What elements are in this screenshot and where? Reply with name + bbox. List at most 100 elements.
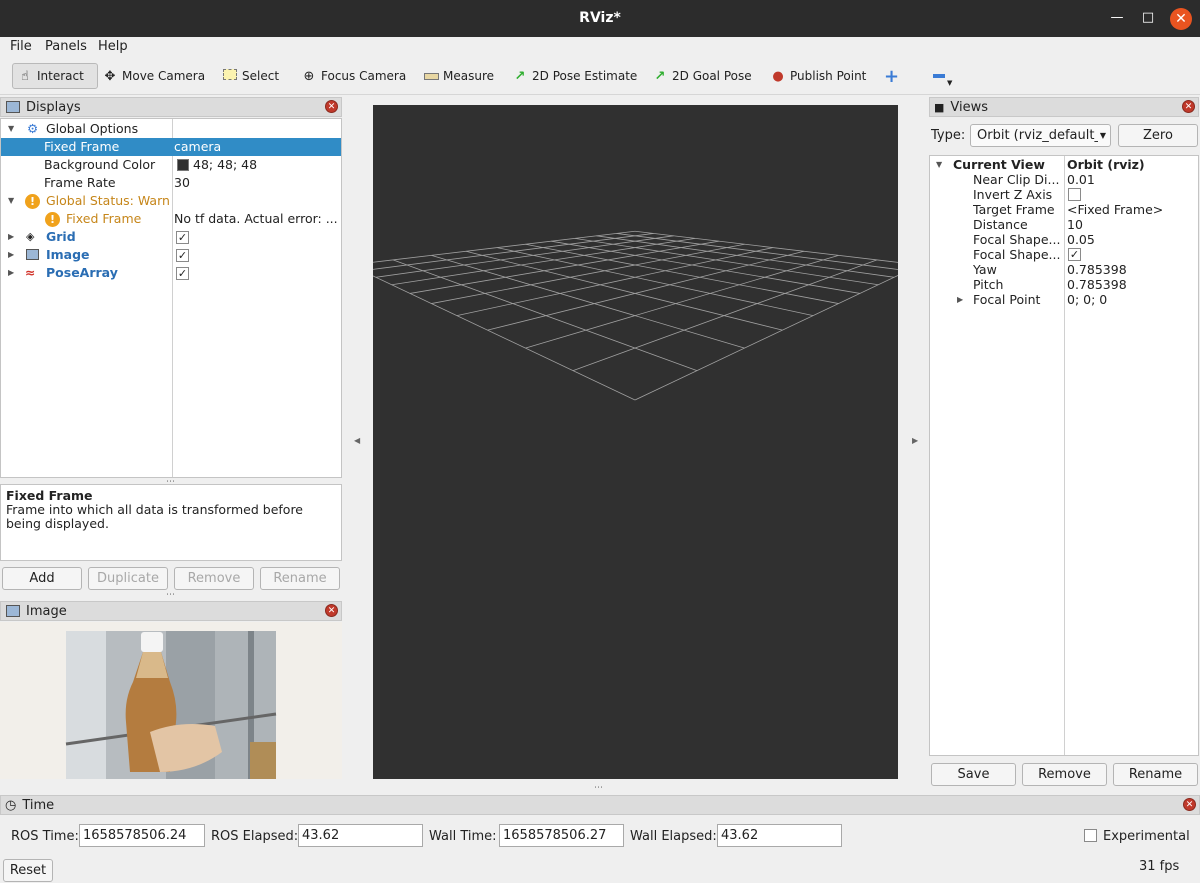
view-row-invert-z[interactable]: Invert Z Axis: [930, 187, 1198, 202]
tree-row-grid[interactable]: ▶ ◈ Grid ✓: [1, 228, 341, 246]
ros-elapsed-field[interactable]: 43.62: [298, 824, 423, 847]
row-value[interactable]: 0; 0; 0: [1067, 292, 1107, 307]
displays-tree[interactable]: ▼ ⚙ Global Options Fixed Frame camera Ba…: [0, 118, 342, 478]
close-panel-icon[interactable]: ✕: [325, 100, 338, 113]
focal-shape-checkbox[interactable]: ✓: [1068, 248, 1081, 261]
tree-row-image[interactable]: ▶ Image ✓: [1, 246, 341, 264]
tree-row-fixed-frame-status[interactable]: ! Fixed Frame No tf data. Actual error: …: [1, 210, 341, 228]
row-value[interactable]: 0.785398: [1067, 262, 1127, 277]
row-key: Current View: [953, 157, 1045, 172]
view-row-distance[interactable]: Distance 10: [930, 217, 1198, 232]
chevron-down-icon[interactable]: ▼: [936, 157, 942, 172]
menu-help[interactable]: Help: [98, 39, 128, 54]
view-type-select[interactable]: Orbit (rviz_default_ ▼: [970, 124, 1111, 147]
move-camera-tool-button[interactable]: ✥ Move Camera: [102, 63, 206, 89]
grid-line: [572, 259, 878, 372]
collapse-right-icon[interactable]: ▶: [912, 436, 918, 445]
grid-line: [525, 243, 839, 304]
row-value[interactable]: camera: [174, 138, 340, 156]
chevron-right-icon[interactable]: ▶: [8, 228, 14, 246]
row-key: Focal Shape...: [973, 247, 1061, 262]
wall-elapsed-label: Wall Elapsed:: [630, 829, 717, 844]
publish-point-tool-button[interactable]: ● Publish Point: [770, 63, 866, 89]
close-panel-icon[interactable]: ✕: [1183, 798, 1196, 811]
tree-row-frame-rate[interactable]: Frame Rate 30: [1, 174, 341, 192]
3d-viewport[interactable]: [349, 105, 921, 779]
rename-display-button[interactable]: Rename: [260, 567, 340, 590]
row-key: Fixed Frame: [44, 139, 120, 154]
menu-panels[interactable]: Panels: [45, 39, 87, 54]
splitter-handle[interactable]: ⋯: [594, 783, 603, 793]
wall-time-field[interactable]: 1658578506.27: [499, 824, 624, 847]
fps-readout: 31 fps: [1139, 859, 1180, 874]
close-panel-icon[interactable]: ✕: [1182, 100, 1195, 113]
focus-camera-tool-button[interactable]: ⊕ Focus Camera: [301, 63, 407, 89]
ros-time-field[interactable]: 1658578506.24: [79, 824, 205, 847]
chevron-down-icon[interactable]: ▼: [8, 192, 14, 210]
image-enabled-checkbox[interactable]: ✓: [176, 249, 189, 262]
chevron-right-icon[interactable]: ▶: [8, 264, 14, 282]
zero-view-button[interactable]: Zero: [1118, 124, 1198, 147]
row-key: PoseArray: [46, 265, 118, 280]
image-icon: [6, 605, 20, 617]
maximize-icon[interactable]: □: [1139, 9, 1157, 27]
row-key: Pitch: [973, 277, 1004, 292]
pose-estimate-tool-button[interactable]: ↗ 2D Pose Estimate: [512, 63, 638, 89]
row-value[interactable]: 0.01: [1067, 172, 1095, 187]
row-value[interactable]: <Fixed Frame>: [1067, 202, 1163, 217]
tree-row-background-color[interactable]: Background Color 48; 48; 48: [1, 156, 341, 174]
tree-row-posearray[interactable]: ▶ ≈ PoseArray ✓: [1, 264, 341, 282]
duplicate-display-button[interactable]: Duplicate: [88, 567, 168, 590]
add-display-button[interactable]: Add: [2, 567, 82, 590]
interact-tool-button[interactable]: ☝ Interact: [12, 63, 98, 89]
menu-file[interactable]: File: [10, 39, 32, 54]
splitter-handle[interactable]: ⋯: [166, 590, 175, 600]
invert-z-checkbox[interactable]: [1068, 188, 1081, 201]
save-view-button[interactable]: Save: [931, 763, 1016, 786]
view-row-current-view[interactable]: ▼ Current View Orbit (rviz): [930, 157, 1198, 172]
tree-row-global-status[interactable]: ▼ ! Global Status: Warn: [1, 192, 341, 210]
row-key: Target Frame: [973, 202, 1055, 217]
add-tool-icon[interactable]: +: [884, 63, 899, 89]
rename-view-button[interactable]: Rename: [1113, 763, 1198, 786]
view-row-focal-shape-size[interactable]: Focal Shape... 0.05: [930, 232, 1198, 247]
wall-elapsed-field[interactable]: 43.62: [717, 824, 842, 847]
chevron-right-icon[interactable]: ▶: [8, 246, 14, 264]
row-value[interactable]: 0.785398: [1067, 277, 1127, 292]
tree-row-fixed-frame[interactable]: Fixed Frame camera: [1, 138, 341, 156]
grid-line: [431, 243, 745, 304]
chevron-down-icon[interactable]: ▼: [8, 120, 14, 138]
grid-enabled-checkbox[interactable]: ✓: [176, 231, 189, 244]
goal-pose-tool-button[interactable]: ↗ 2D Goal Pose: [652, 63, 752, 89]
reset-button[interactable]: Reset: [3, 859, 53, 882]
row-value[interactable]: 30: [174, 174, 340, 192]
property-description: Fixed Frame Frame into which all data is…: [0, 484, 342, 561]
view-row-focal-point[interactable]: ▶ Focal Point 0; 0; 0: [930, 292, 1198, 307]
collapse-left-icon[interactable]: ◀: [354, 436, 360, 445]
experimental-checkbox[interactable]: [1084, 829, 1097, 842]
view-row-near-clip[interactable]: Near Clip Di... 0.01: [930, 172, 1198, 187]
view-row-yaw[interactable]: Yaw 0.785398: [930, 262, 1198, 277]
row-key: Frame Rate: [44, 175, 116, 190]
close-panel-icon[interactable]: ✕: [325, 604, 338, 617]
close-window-icon[interactable]: ✕: [1170, 8, 1192, 30]
row-value[interactable]: 10: [1067, 217, 1083, 232]
remove-display-button[interactable]: Remove: [174, 567, 254, 590]
select-tool-button[interactable]: Select: [222, 63, 279, 89]
color-swatch[interactable]: [177, 159, 189, 171]
grid-line: [574, 237, 879, 286]
posearray-enabled-checkbox[interactable]: ✓: [176, 267, 189, 280]
view-row-target-frame[interactable]: Target Frame <Fixed Frame>: [930, 202, 1198, 217]
row-value[interactable]: 48; 48; 48: [193, 156, 359, 174]
view-row-pitch[interactable]: Pitch 0.785398: [930, 277, 1198, 292]
view-row-focal-shape-fixed[interactable]: Focal Shape... ✓: [930, 247, 1198, 262]
remove-view-button[interactable]: Remove: [1022, 763, 1107, 786]
warning-icon: !: [45, 212, 60, 227]
minimize-icon[interactable]: —: [1108, 9, 1126, 27]
tree-row-global-options[interactable]: ▼ ⚙ Global Options: [1, 120, 341, 138]
views-tree[interactable]: ▼ Current View Orbit (rviz) Near Clip Di…: [929, 155, 1199, 756]
chevron-right-icon[interactable]: ▶: [957, 292, 963, 307]
remove-tool-icon[interactable]: ▼: [933, 63, 952, 89]
measure-tool-button[interactable]: Measure: [423, 63, 494, 89]
row-value[interactable]: 0.05: [1067, 232, 1095, 247]
